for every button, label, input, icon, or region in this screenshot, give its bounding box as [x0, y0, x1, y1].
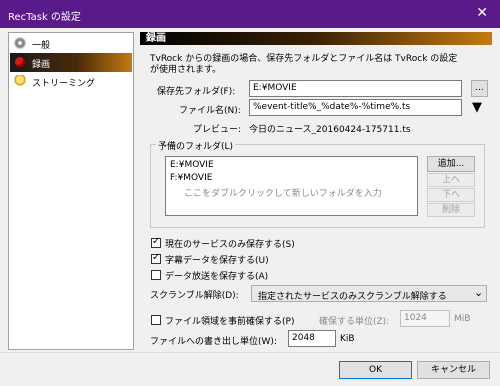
- scramble-label: スクランブル解除(D):: [150, 291, 239, 301]
- add-button[interactable]: 追加...: [427, 156, 475, 172]
- delete-button[interactable]: 削除: [427, 203, 475, 217]
- sidebar-item-streaming[interactable]: ストリーミング: [10, 72, 132, 91]
- save-data-broadcast-checkbox[interactable]: [151, 270, 161, 280]
- write-unit-label: ファイルへの書き出し単位(W):: [150, 337, 277, 347]
- save-folder-input[interactable]: E:¥MOVIE: [249, 80, 462, 97]
- preallocate-unit-label: 確保する単位(Z):: [319, 317, 390, 327]
- list-item[interactable]: E:¥MOVIE: [170, 160, 214, 170]
- preview-value: 今日のニュース_20160424-175711.ts: [249, 125, 411, 135]
- scramble-value: 指定されたサービスのみスクランブル解除する: [258, 292, 447, 302]
- sidebar-item-label: 録画: [32, 60, 51, 70]
- spare-folders-legend: 予備のフォルダ(L): [156, 139, 236, 152]
- down-button[interactable]: 下へ: [427, 188, 475, 202]
- save-subtitles-label[interactable]: 字幕データを保存する(U): [165, 253, 269, 266]
- up-button[interactable]: 上へ: [427, 173, 475, 187]
- file-name-label: ファイル名(N):: [179, 106, 241, 116]
- write-unit-suffix: KiB: [340, 334, 355, 344]
- list-hint[interactable]: ここをダブルクリックして新しいフォルダを入力: [184, 186, 382, 199]
- sidebar-item-general[interactable]: 一般: [10, 34, 132, 53]
- close-icon[interactable]: ✕: [476, 5, 488, 21]
- sidebar-item-recording[interactable]: 録画: [10, 53, 132, 72]
- ok-button[interactable]: OK: [339, 361, 412, 379]
- record-icon: [15, 57, 25, 67]
- scramble-select[interactable]: 指定されたサービスのみスクランブル解除する ⌄: [251, 285, 487, 302]
- cancel-button[interactable]: キャンセル: [417, 361, 490, 379]
- window-title: RecTask の設定: [8, 12, 81, 23]
- description-line2: が使用されます。: [150, 65, 222, 75]
- preallocate-unit-suffix: MiB: [454, 314, 471, 324]
- write-unit-input[interactable]: 2048: [288, 330, 336, 347]
- save-subtitles-checkbox[interactable]: [151, 252, 161, 264]
- gear-icon: [14, 37, 26, 49]
- file-name-input[interactable]: %event-title%_%date%-%time%.ts: [249, 99, 462, 116]
- save-data-broadcast-label[interactable]: データ放送を保存する(A): [165, 269, 268, 282]
- browse-button[interactable]: ...: [471, 80, 488, 97]
- file-name-menu-icon[interactable]: ▼: [472, 100, 482, 115]
- preallocate-checkbox[interactable]: [151, 315, 161, 325]
- preallocate-label[interactable]: ファイル領域を事前確保する(P): [165, 314, 294, 327]
- current-service-only-label[interactable]: 現在のサービスのみ保存する(S): [165, 237, 295, 250]
- sidebar: 一般 録画 ストリーミング: [8, 32, 134, 350]
- preview-label: プレビュー:: [193, 125, 242, 135]
- sidebar-item-label: ストリーミング: [32, 79, 96, 89]
- section-header: 録画: [140, 32, 492, 45]
- preallocate-unit-input[interactable]: 1024: [400, 310, 450, 327]
- list-item[interactable]: F:¥MOVIE: [170, 173, 212, 183]
- chevron-down-icon: ⌄: [474, 286, 484, 299]
- sidebar-item-label: 一般: [32, 41, 51, 51]
- spare-folders-list[interactable]: E:¥MOVIE F:¥MOVIE ここをダブルクリックして新しいフォルダを入力: [165, 156, 418, 216]
- dialog-footer: OK キャンセル: [0, 352, 500, 386]
- save-folder-label: 保存先フォルダ(F):: [157, 87, 236, 97]
- bulb-icon: [14, 75, 26, 87]
- current-service-only-checkbox[interactable]: [151, 236, 161, 248]
- title-bar: RecTask の設定 ✕: [0, 0, 500, 28]
